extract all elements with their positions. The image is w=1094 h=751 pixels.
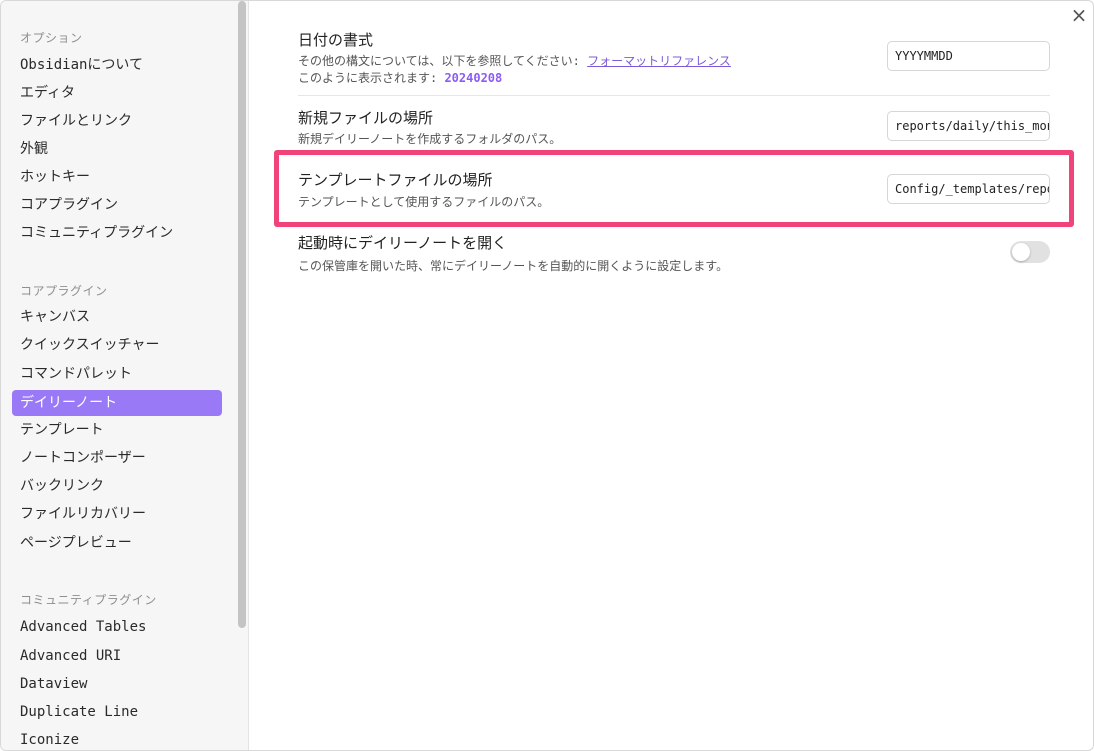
setting-template-location-name: テンプレートファイルの場所 [298, 171, 493, 189]
sidebar-heading-core-plugins: コアプラグイン [20, 284, 108, 298]
setting-open-on-startup-desc: この保管庫を開いた時、常にデイリーノートを自動的に開くように設定します。 [298, 259, 729, 273]
sidebar-item-templates[interactable]: テンプレート [12, 417, 222, 443]
close-icon[interactable]: × [1067, 3, 1091, 27]
preview-value: 20240208 [444, 71, 503, 85]
sidebar-item-command-palette[interactable]: コマンドパレット [12, 361, 222, 387]
sidebar-item-community-plugins[interactable]: コミュニティプラグイン [12, 220, 222, 246]
toggle-knob [1012, 243, 1030, 261]
settings-window: オプション Obsidianについて エディタ ファイルとリンク 外観 ホットキ… [0, 0, 1094, 751]
setting-divider [298, 95, 1050, 96]
setting-date-format-desc-text: その他の構文については、以下を参照してください: [298, 54, 588, 68]
setting-date-format-name: 日付の書式 [298, 31, 374, 49]
sidebar-item-dataview[interactable]: Dataview [12, 671, 222, 697]
setting-open-on-startup-name: 起動時にデイリーノートを開く [298, 234, 508, 252]
sidebar-item-note-composer[interactable]: ノートコンポーザー [12, 445, 222, 471]
sidebar-heading-options: オプション [20, 31, 83, 45]
sidebar-item-core-plugins[interactable]: コアプラグイン [12, 192, 222, 218]
sidebar-item-advanced-tables[interactable]: Advanced Tables [12, 614, 222, 640]
template-location-input[interactable]: Config/_templates/reports/daily [887, 174, 1050, 204]
sidebar-item-canvas[interactable]: キャンバス [12, 304, 222, 330]
sidebar-heading-community-plugins: コミュニティプラグイン [20, 593, 157, 607]
sidebar-divider [248, 1, 249, 750]
new-file-location-input[interactable]: reports/daily/this_month [887, 111, 1050, 141]
setting-date-format-desc: その他の構文については、以下を参照してください: フォーマットリファレンス [298, 52, 731, 69]
sidebar-item-advanced-uri[interactable]: Advanced URI [12, 643, 222, 669]
sidebar-item-quick-switcher[interactable]: クイックスイッチャー [12, 332, 222, 358]
sidebar-scrollbar-thumb[interactable] [238, 1, 246, 628]
setting-template-location-desc: テンプレートとして使用するファイルのパス。 [298, 195, 550, 209]
sidebar-item-editor[interactable]: エディタ [12, 80, 222, 106]
setting-date-format-preview: このように表示されます: 20240208 [298, 69, 502, 86]
sidebar-item-page-preview[interactable]: ページプレビュー [12, 530, 222, 556]
open-on-startup-toggle[interactable] [1010, 241, 1050, 263]
sidebar-item-appearance[interactable]: 外観 [12, 136, 222, 162]
sidebar-item-file-recovery[interactable]: ファイルリカバリー [12, 501, 222, 527]
sidebar-item-about[interactable]: Obsidianについて [12, 52, 222, 78]
settings-sidebar: オプション Obsidianについて エディタ ファイルとリンク 外観 ホットキ… [1, 1, 237, 750]
sidebar-item-iconize[interactable]: Iconize [12, 727, 222, 750]
sidebar-item-duplicate-line[interactable]: Duplicate Line [12, 699, 222, 725]
sidebar-item-daily-notes[interactable]: デイリーノート [12, 390, 222, 416]
sidebar-item-files-links[interactable]: ファイルとリンク [12, 108, 222, 134]
sidebar-item-hotkeys[interactable]: ホットキー [12, 164, 222, 190]
date-format-input[interactable]: YYYYMMDD [887, 41, 1050, 71]
setting-new-file-location-name: 新規ファイルの場所 [298, 109, 434, 127]
setting-new-file-location-desc: 新規デイリーノートを作成するフォルダのパス。 [298, 132, 562, 146]
sidebar-item-backlinks[interactable]: バックリンク [12, 473, 222, 499]
format-reference-link[interactable]: フォーマットリファレンス [587, 54, 731, 68]
preview-label: このように表示されます: [298, 71, 445, 85]
